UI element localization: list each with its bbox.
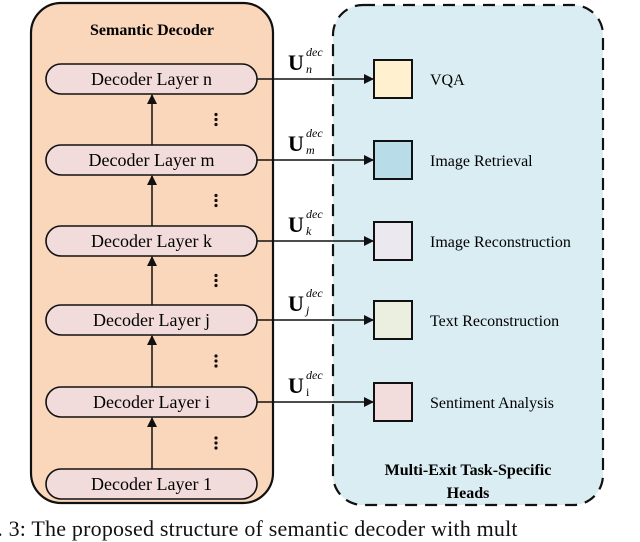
task-head-label: Image Retrieval bbox=[430, 153, 533, 170]
u-dec-label: Udec j bbox=[288, 286, 323, 317]
decoder-layer-label: Decoder Layer i bbox=[93, 392, 210, 412]
task-heads-title-line1: Multi-Exit Task-Specific bbox=[385, 462, 552, 479]
u-dec-label: Udec m bbox=[288, 126, 323, 157]
decoder-layer-label: Decoder Layer 1 bbox=[91, 474, 212, 494]
task-heads-title-line2: Heads bbox=[447, 485, 490, 502]
semantic-decoder-diagram: Semantic Decoder Decoder Layer n Decoder … bbox=[29, 1, 605, 507]
svg-text:n: n bbox=[306, 62, 312, 76]
svg-text:j: j bbox=[304, 303, 310, 317]
svg-text:U: U bbox=[288, 291, 304, 316]
svg-text:dec: dec bbox=[306, 207, 323, 221]
vertical-ellipsis-icon bbox=[214, 354, 218, 368]
svg-text:U: U bbox=[288, 50, 304, 75]
decoder-layer-i: Decoder Layer i bbox=[45, 386, 258, 418]
decoder-layer-m: Decoder Layer m bbox=[45, 144, 258, 176]
svg-text:dec: dec bbox=[306, 126, 323, 140]
vertical-ellipsis-icon bbox=[214, 112, 218, 127]
task-head-box bbox=[373, 221, 413, 261]
u-dec-label: Udec i bbox=[288, 368, 323, 399]
task-head-box bbox=[373, 300, 413, 340]
semantic-decoder-title: Semantic Decoder bbox=[90, 22, 214, 39]
decoder-layer-label: Decoder Layer j bbox=[93, 310, 210, 330]
task-head-box bbox=[373, 59, 413, 99]
svg-text:U: U bbox=[288, 212, 304, 237]
task-head-box bbox=[373, 140, 413, 180]
decoder-layer-label: Decoder Layer n bbox=[91, 69, 212, 89]
task-head-label: Sentiment Analysis bbox=[430, 395, 554, 412]
decoder-layer-label: Decoder Layer k bbox=[91, 231, 212, 251]
task-head-label: VQA bbox=[430, 72, 465, 89]
vertical-ellipsis-icon bbox=[214, 273, 218, 288]
vertical-ellipsis-icon bbox=[214, 193, 218, 208]
svg-text:U: U bbox=[288, 131, 304, 156]
decoder-layer-n: Decoder Layer n bbox=[45, 63, 258, 95]
task-head-box bbox=[373, 382, 413, 422]
svg-text:dec: dec bbox=[306, 286, 323, 300]
figure-caption: g. 3: The proposed structure of semantic… bbox=[0, 516, 518, 541]
svg-text:i: i bbox=[306, 385, 310, 399]
task-head-label: Text Reconstruction bbox=[430, 313, 559, 330]
decoder-layer-j: Decoder Layer j bbox=[45, 304, 258, 336]
svg-text:U: U bbox=[288, 373, 304, 398]
u-dec-label: Udec k bbox=[288, 207, 323, 238]
task-head-label: Image Reconstruction bbox=[430, 234, 571, 251]
decoder-layer-1: Decoder Layer 1 bbox=[45, 468, 258, 500]
svg-text:k: k bbox=[306, 224, 312, 238]
svg-text:dec: dec bbox=[306, 368, 323, 382]
vertical-ellipsis-icon bbox=[214, 436, 218, 450]
svg-text:m: m bbox=[306, 143, 315, 157]
svg-text:dec: dec bbox=[306, 45, 323, 59]
u-dec-label: Udec n bbox=[288, 45, 323, 76]
decoder-layer-label: Decoder Layer m bbox=[89, 150, 215, 170]
decoder-layer-k: Decoder Layer k bbox=[45, 225, 258, 257]
